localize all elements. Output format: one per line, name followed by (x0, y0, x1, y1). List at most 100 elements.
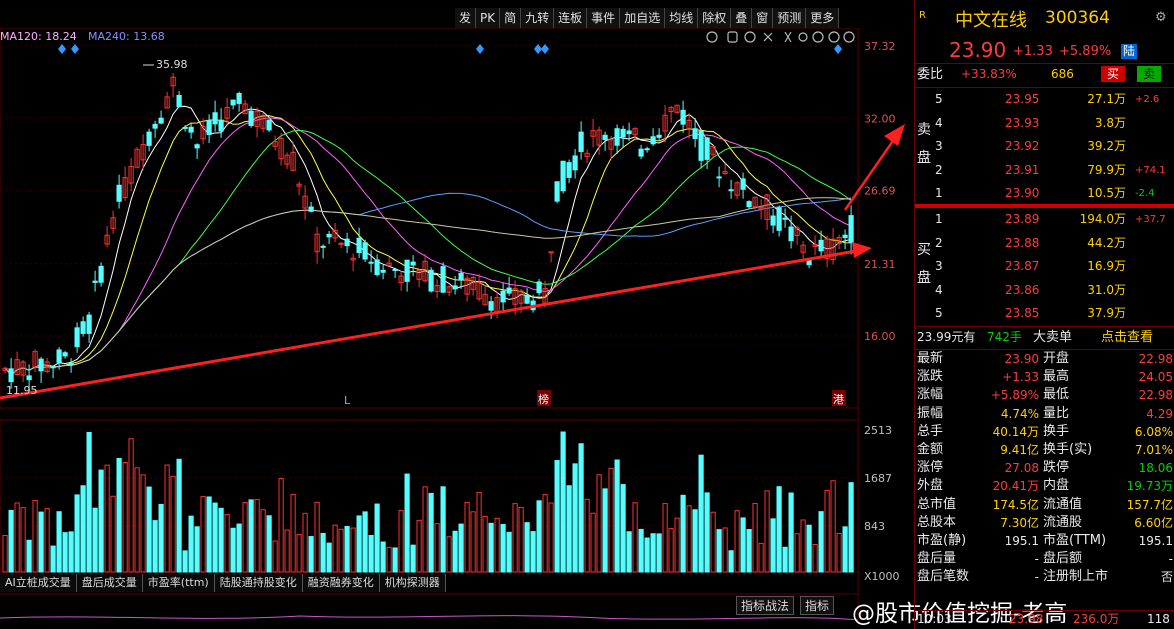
stat-label: 涨停 (917, 460, 944, 476)
hand-icon[interactable] (727, 31, 738, 43)
candle (374, 259, 380, 276)
sell-button[interactable]: 卖 (1137, 66, 1162, 82)
volume-bar (644, 537, 650, 573)
level-price: 23.91 (1005, 162, 1040, 177)
candle (194, 144, 200, 149)
close-icon[interactable] (843, 31, 855, 43)
level-num: 5 (935, 92, 943, 106)
stat-value: +5.89% (990, 388, 1039, 403)
zoom-out-icon[interactable] (828, 31, 840, 43)
candle (362, 242, 368, 260)
volume-bar (20, 507, 26, 573)
volume-bar (50, 545, 56, 573)
toolbar-item-1[interactable]: PK (476, 8, 501, 28)
camera-icon[interactable] (798, 32, 808, 42)
toolbar-item-5[interactable]: 事件 (587, 8, 621, 28)
stat-label: 注册制上市 (1043, 569, 1109, 585)
toolbar-item-8[interactable]: 除权 (698, 8, 732, 28)
indicator-tab-0[interactable]: AI立桩成交量 (0, 574, 77, 592)
ma5-line (4, 105, 852, 376)
indicator-tab-3[interactable]: 陆股通持股变化 (214, 574, 303, 592)
ask-level-2[interactable]: 2 23.91 79.9万 +74.1 (931, 159, 1174, 182)
toolbar-item-3[interactable]: 九转 (521, 8, 555, 28)
volume-bar (86, 431, 92, 573)
scissors-icon[interactable] (784, 31, 792, 43)
volume-bar (548, 502, 554, 573)
high-annotation: 35.98 (156, 58, 188, 71)
volume-bar (698, 454, 704, 573)
toolbar-item-11[interactable]: 预测 (773, 8, 807, 28)
tick-time: 10:03 (917, 612, 952, 626)
indicator-tab-2[interactable]: 市盈率(ttm) (142, 574, 215, 592)
volume-bar (710, 511, 716, 573)
indicator-tab-4[interactable]: 融资融券变化 (302, 574, 380, 592)
ask-level-3[interactable]: 3 23.92 39.2万 (931, 135, 1174, 158)
volume-bar (224, 513, 230, 573)
candle (614, 128, 620, 146)
weibi-value: +33.83% (961, 67, 1017, 81)
view-big-order-link[interactable]: 点击查看 (1101, 326, 1153, 349)
volume-bar (92, 507, 98, 573)
candle (848, 215, 854, 243)
stat-value: 7.30亿 (1000, 515, 1039, 530)
ask-level-4[interactable]: 4 23.93 3.8万 (931, 112, 1174, 135)
volume-bar (788, 492, 794, 573)
buy-button[interactable]: 买 (1101, 66, 1126, 82)
candle (206, 119, 212, 135)
candle (38, 358, 44, 372)
bid-level-4[interactable]: 4 23.86 31.0万 (931, 279, 1174, 302)
toolbar-item-2[interactable]: 简 (500, 8, 522, 28)
stat-value: 23.90 (1004, 352, 1039, 366)
projection-arrow (843, 137, 897, 211)
refresh-icon[interactable] (744, 31, 756, 43)
level-num: 4 (935, 282, 943, 297)
candle (650, 136, 656, 145)
bid-level-1[interactable]: 1 23.89 194.0万 +37.7 (931, 208, 1174, 231)
level-volume: 39.2万 (1087, 139, 1126, 153)
bid-level-5[interactable]: 5 23.85 37.9万 (931, 302, 1174, 325)
volume-bar (290, 493, 296, 573)
bid-level-2[interactable]: 2 23.88 44.2万 (931, 232, 1174, 255)
bid-level-3[interactable]: 3 23.87 16.9万 (931, 255, 1174, 278)
level-price: 23.90 (1005, 186, 1040, 200)
stat-row: 外盘 20.41万 内盘 19.73万 (915, 477, 1174, 495)
level-num: 4 (935, 115, 943, 130)
toolbar-item-6[interactable]: 加自选 (620, 8, 666, 28)
candle (320, 245, 326, 248)
indicator-strategy-button[interactable]: 指标战法 (736, 596, 795, 615)
candle (620, 128, 626, 138)
level-volume: 27.1万 (1087, 92, 1126, 106)
toolbar-item-4[interactable]: 连板 (554, 8, 588, 28)
undo-icon[interactable] (763, 32, 773, 42)
eye-icon[interactable] (706, 31, 718, 43)
big-order-row: 23.99元有 742手 大卖单 点击查看 (915, 326, 1174, 349)
toolbar-item-12[interactable]: 更多 (806, 8, 840, 28)
volume-bar (440, 486, 446, 573)
level-num: 1 (935, 186, 943, 200)
volume-bar (62, 532, 68, 573)
toolbar-item-10[interactable]: 窗 (752, 8, 774, 28)
candle (338, 242, 344, 245)
volume-bar (752, 503, 758, 573)
weibi-label: 委比 (917, 67, 944, 82)
candle (698, 130, 704, 161)
level-num: 5 (935, 306, 943, 320)
stat-label: 振幅 (917, 405, 944, 421)
volume-bar (728, 550, 734, 573)
toolbar-item-0[interactable]: 发 (455, 8, 477, 28)
indicator-tab-5[interactable]: 机构探测器 (379, 574, 446, 592)
gear-icon[interactable]: ⚙ (1155, 10, 1167, 25)
candle (380, 269, 386, 273)
candle (572, 155, 578, 171)
indicator-button[interactable]: 指标 (800, 596, 835, 615)
toolbar-item-7[interactable]: 均线 (665, 8, 699, 28)
stat-label: 市盈(TTM) (1043, 533, 1107, 548)
kline-chart[interactable]: MA120: 18.24 MA240: 13.68 37.32 32.00 26.6… (0, 27, 912, 626)
stat-label: 开盘 (1043, 351, 1070, 366)
indicator-tab-1[interactable]: 盘后成交量 (76, 574, 143, 592)
zoom-in-icon[interactable] (812, 31, 824, 43)
ask-level-1[interactable]: 1 23.90 10.5万 -2.4 (931, 182, 1174, 205)
ask-level-5[interactable]: 5 23.95 27.1万 +2.6 (931, 88, 1174, 111)
stat-value: 4.74% (1000, 406, 1039, 421)
toolbar-item-9[interactable]: 叠 (731, 8, 753, 28)
